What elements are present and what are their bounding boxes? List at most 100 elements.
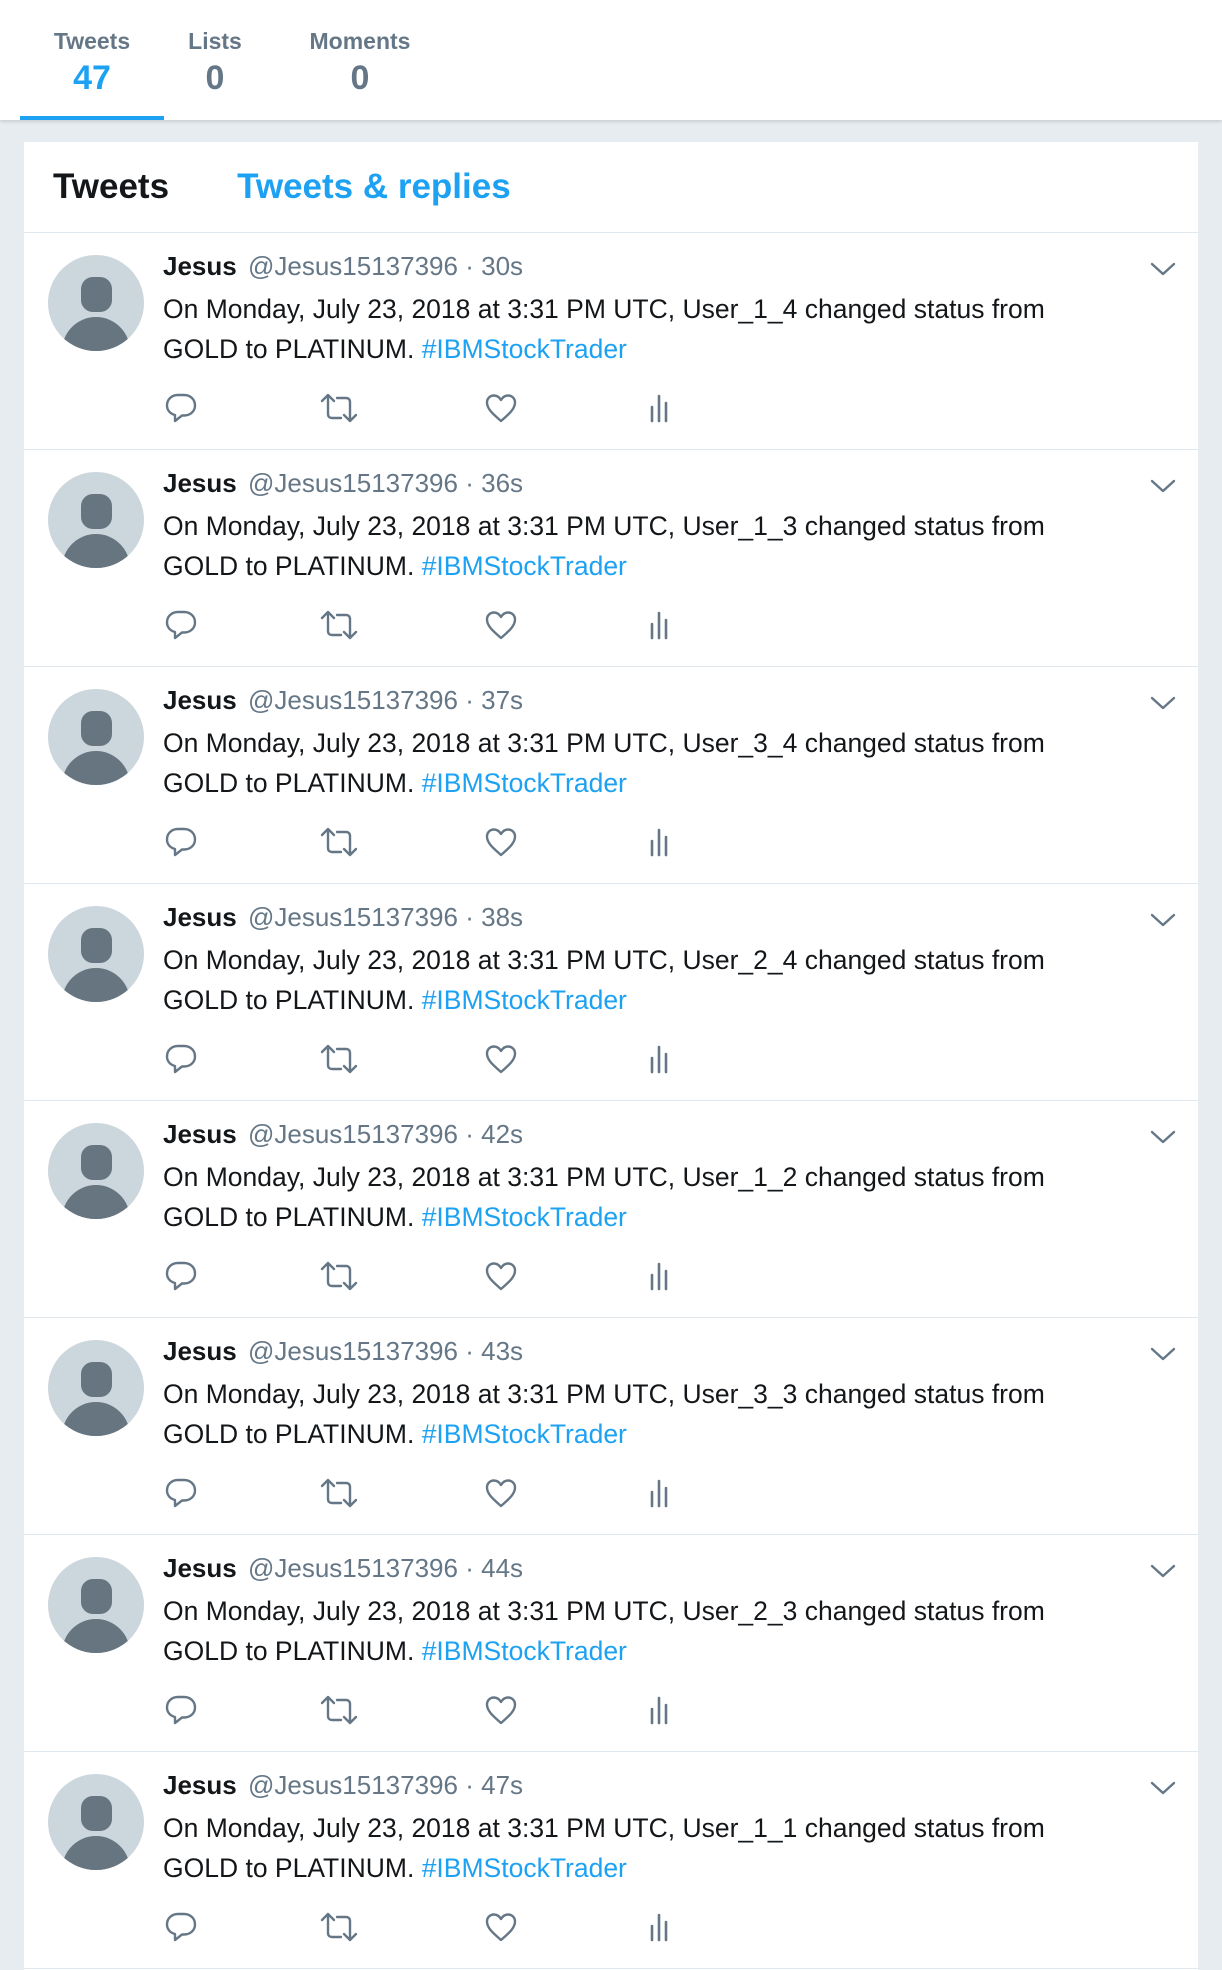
analytics-icon[interactable]	[641, 1258, 677, 1294]
default-avatar-icon[interactable]	[48, 472, 144, 568]
tweet-timestamp[interactable]: 44s	[481, 1553, 523, 1583]
default-avatar-icon[interactable]	[48, 1557, 144, 1653]
tweet-timestamp[interactable]: 42s	[481, 1119, 523, 1149]
analytics-icon[interactable]	[641, 1909, 677, 1945]
retweet-icon[interactable]	[319, 390, 358, 426]
tweet-author-name[interactable]: Jesus	[163, 1770, 237, 1800]
chevron-down-icon[interactable]	[1148, 1559, 1178, 1583]
tweet-separator: ·	[465, 251, 474, 281]
tweet[interactable]: Jesus @Jesus15137396 · 47s On Monday, Ju…	[24, 1752, 1198, 1969]
tweet[interactable]: Jesus @Jesus15137396 · 37s On Monday, Ju…	[24, 667, 1198, 884]
default-avatar-icon[interactable]	[48, 1340, 144, 1436]
tweet-author-handle[interactable]: @Jesus15137396	[248, 1336, 458, 1366]
hashtag-link[interactable]: #IBMStockTrader	[422, 1419, 627, 1449]
hashtag-link[interactable]: #IBMStockTrader	[422, 334, 627, 364]
timeline-tabs: Tweets Tweets & replies	[24, 142, 1198, 233]
retweet-icon[interactable]	[319, 1909, 358, 1945]
heart-icon[interactable]	[483, 1475, 519, 1511]
heart-icon[interactable]	[483, 1258, 519, 1294]
chevron-down-icon[interactable]	[1148, 1776, 1178, 1800]
chevron-down-icon[interactable]	[1148, 474, 1178, 498]
reply-icon[interactable]	[163, 824, 199, 860]
reply-icon[interactable]	[163, 1909, 199, 1945]
stat-moments[interactable]: Moments 0	[274, 0, 446, 120]
tweet-separator: ·	[465, 1553, 474, 1583]
default-avatar-icon[interactable]	[48, 906, 144, 1002]
reply-icon[interactable]	[163, 1041, 199, 1077]
retweet-icon[interactable]	[319, 1692, 358, 1728]
tweet-timestamp[interactable]: 37s	[481, 685, 523, 715]
reply-icon[interactable]	[163, 1692, 199, 1728]
tweet-author-handle[interactable]: @Jesus15137396	[248, 468, 458, 498]
tweet-timestamp[interactable]: 47s	[481, 1770, 523, 1800]
tweet-author-name[interactable]: Jesus	[163, 1553, 237, 1583]
tweet[interactable]: Jesus @Jesus15137396 · 38s On Monday, Ju…	[24, 884, 1198, 1101]
default-avatar-icon[interactable]	[48, 255, 144, 351]
tweet-timestamp[interactable]: 36s	[481, 468, 523, 498]
avatar-body-shape	[62, 751, 130, 785]
heart-icon[interactable]	[483, 390, 519, 426]
tweet-author-name[interactable]: Jesus	[163, 251, 237, 281]
default-avatar-icon[interactable]	[48, 689, 144, 785]
analytics-icon[interactable]	[641, 607, 677, 643]
heart-icon[interactable]	[483, 607, 519, 643]
reply-icon[interactable]	[163, 607, 199, 643]
tweet-author-handle[interactable]: @Jesus15137396	[248, 1119, 458, 1149]
tab-tweets[interactable]: Tweets	[53, 167, 169, 207]
stat-lists[interactable]: Lists 0	[156, 0, 274, 120]
tweet-author-handle[interactable]: @Jesus15137396	[248, 251, 458, 281]
analytics-icon[interactable]	[641, 1692, 677, 1728]
tweet[interactable]: Jesus @Jesus15137396 · 36s On Monday, Ju…	[24, 450, 1198, 667]
hashtag-link[interactable]: #IBMStockTrader	[422, 768, 627, 798]
retweet-icon[interactable]	[319, 1475, 358, 1511]
tweet[interactable]: Jesus @Jesus15137396 · 43s On Monday, Ju…	[24, 1318, 1198, 1535]
heart-icon[interactable]	[483, 1041, 519, 1077]
analytics-icon[interactable]	[641, 1475, 677, 1511]
tweet-timestamp[interactable]: 30s	[481, 251, 523, 281]
analytics-icon[interactable]	[641, 824, 677, 860]
retweet-icon[interactable]	[319, 1041, 358, 1077]
analytics-icon[interactable]	[641, 390, 677, 426]
analytics-icon[interactable]	[641, 1041, 677, 1077]
tweet-author-name[interactable]: Jesus	[163, 902, 237, 932]
chevron-down-icon[interactable]	[1148, 1125, 1178, 1149]
tweet-author-name[interactable]: Jesus	[163, 468, 237, 498]
tweet-author-name[interactable]: Jesus	[163, 1336, 237, 1366]
tweet[interactable]: Jesus @Jesus15137396 · 42s On Monday, Ju…	[24, 1101, 1198, 1318]
tweet-timestamp[interactable]: 38s	[481, 902, 523, 932]
hashtag-link[interactable]: #IBMStockTrader	[422, 1636, 627, 1666]
tweet-header: Jesus @Jesus15137396 · 30s	[163, 251, 523, 282]
retweet-icon[interactable]	[319, 824, 358, 860]
default-avatar-icon[interactable]	[48, 1774, 144, 1870]
hashtag-link[interactable]: #IBMStockTrader	[422, 1853, 627, 1883]
tweet-timestamp[interactable]: 43s	[481, 1336, 523, 1366]
reply-icon[interactable]	[163, 1258, 199, 1294]
chevron-down-icon[interactable]	[1148, 1342, 1178, 1366]
tweet-author-name[interactable]: Jesus	[163, 685, 237, 715]
chevron-down-icon[interactable]	[1148, 257, 1178, 281]
heart-icon[interactable]	[483, 1692, 519, 1728]
chevron-down-icon[interactable]	[1148, 908, 1178, 932]
reply-icon[interactable]	[163, 1475, 199, 1511]
hashtag-link[interactable]: #IBMStockTrader	[422, 551, 627, 581]
heart-icon[interactable]	[483, 1909, 519, 1945]
default-avatar-icon[interactable]	[48, 1123, 144, 1219]
tweet[interactable]: Jesus @Jesus15137396 · 44s On Monday, Ju…	[24, 1535, 1198, 1752]
tab-tweets-and-replies[interactable]: Tweets & replies	[237, 167, 511, 207]
retweet-icon[interactable]	[319, 1258, 358, 1294]
retweet-icon[interactable]	[319, 607, 358, 643]
tweet-author-handle[interactable]: @Jesus15137396	[248, 685, 458, 715]
stat-tweets[interactable]: Tweets 47	[20, 0, 164, 120]
chevron-down-icon[interactable]	[1148, 691, 1178, 715]
heart-icon[interactable]	[483, 824, 519, 860]
tweet-author-handle[interactable]: @Jesus15137396	[248, 902, 458, 932]
avatar-head-shape	[81, 1579, 112, 1614]
hashtag-link[interactable]: #IBMStockTrader	[422, 985, 627, 1015]
tweet[interactable]: Jesus @Jesus15137396 · 30s On Monday, Ju…	[24, 233, 1198, 450]
hashtag-link[interactable]: #IBMStockTrader	[422, 1202, 627, 1232]
tweet-author-name[interactable]: Jesus	[163, 1119, 237, 1149]
tweet-text: On Monday, July 23, 2018 at 3:31 PM UTC,…	[163, 1808, 1123, 1888]
tweet-author-handle[interactable]: @Jesus15137396	[248, 1553, 458, 1583]
reply-icon[interactable]	[163, 390, 199, 426]
tweet-author-handle[interactable]: @Jesus15137396	[248, 1770, 458, 1800]
